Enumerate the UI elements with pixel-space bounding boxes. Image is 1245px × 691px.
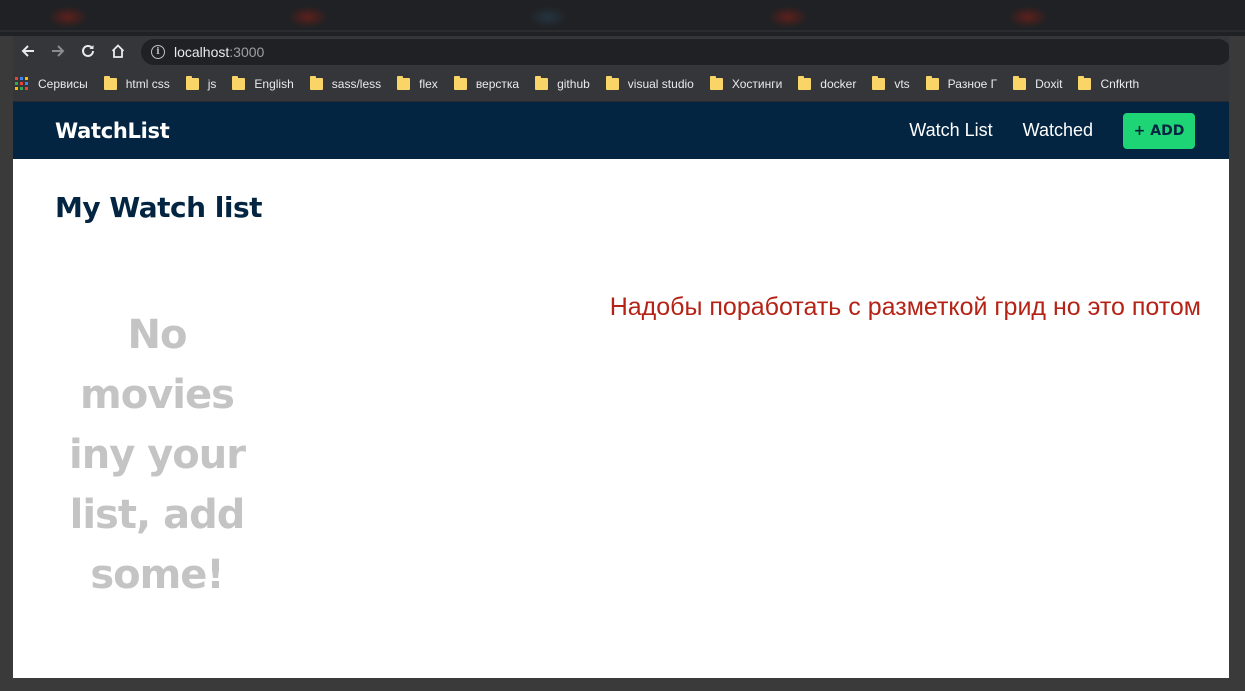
bookmark-folder[interactable]: flex	[397, 75, 438, 91]
bookmark-folder[interactable]: верстка	[453, 75, 520, 91]
folder-icon	[925, 75, 939, 90]
bookmark-label: html css	[125, 76, 170, 91]
nav-link-watched[interactable]: Watched	[1023, 120, 1093, 141]
page-title: My Watch list	[55, 191, 263, 224]
back-button[interactable]	[13, 36, 43, 66]
bookmark-label: sass/less	[331, 76, 382, 91]
folder-icon	[397, 75, 411, 90]
bookmark-label: js	[207, 76, 217, 91]
tab-glow	[288, 6, 328, 28]
bookmark-folder[interactable]: visual studio	[605, 75, 694, 91]
folder-icon	[605, 75, 619, 90]
browser-tab-strip	[0, 0, 1245, 36]
brand-logo[interactable]: WatchList	[55, 119, 170, 143]
bookmark-label: flex	[419, 76, 438, 91]
bookmark-folder[interactable]: js	[185, 75, 217, 91]
folder-icon	[872, 75, 886, 90]
bookmark-label: Сервисы	[38, 76, 88, 91]
bookmark-folder[interactable]: English	[232, 75, 294, 91]
folder-icon	[309, 75, 323, 90]
reload-icon	[82, 44, 94, 57]
browser-toolbar: i localhost:3000	[13, 36, 1229, 66]
bookmark-label: Хостинги	[731, 76, 783, 91]
note-text: Надобы поработать с разметкой грид но эт…	[609, 293, 1201, 321]
tab-glow	[48, 6, 88, 28]
folder-icon	[103, 75, 117, 90]
nav-link-watch-list[interactable]: Watch List	[909, 120, 992, 141]
bookmark-label: docker	[820, 76, 857, 91]
folder-icon	[535, 75, 549, 90]
bookmark-folder[interactable]: Cnfkrth	[1078, 75, 1140, 91]
bookmark-apps[interactable]: Сервисы	[15, 77, 88, 91]
bookmark-label: верстка	[475, 76, 520, 91]
site-nav: Watch List Watched + ADD	[909, 112, 1195, 149]
bookmark-label: English	[254, 76, 294, 91]
home-icon	[111, 44, 125, 58]
bookmark-folder[interactable]: Разное Г	[925, 75, 998, 91]
forward-button[interactable]	[43, 36, 73, 66]
reload-button[interactable]	[73, 36, 103, 66]
folder-icon	[453, 75, 467, 90]
bookmark-folder[interactable]: sass/less	[309, 75, 382, 91]
browser-window: i localhost:3000 Сервисы html css js Eng…	[13, 36, 1229, 678]
bookmark-folder[interactable]: Doxit	[1013, 75, 1063, 91]
tab-glow	[1008, 6, 1048, 28]
arrow-left-icon	[21, 45, 34, 57]
arrow-right-icon	[52, 45, 65, 57]
address-bar[interactable]: i localhost:3000	[141, 39, 1229, 65]
bookmark-label: Cnfkrth	[1100, 76, 1140, 91]
apps-grid-icon	[15, 77, 28, 90]
folder-icon	[185, 75, 199, 90]
bookmark-label: Разное Г	[947, 76, 998, 91]
bookmark-folder[interactable]: vts	[872, 75, 910, 91]
folder-icon	[798, 75, 812, 90]
bookmark-label: github	[557, 76, 590, 91]
bookmarks-bar: Сервисы html css js English sass/less fl…	[13, 66, 1229, 102]
folder-icon	[1013, 75, 1027, 90]
bookmark-label: visual studio	[627, 76, 694, 91]
info-icon[interactable]: i	[151, 45, 165, 59]
home-button[interactable]	[103, 36, 133, 66]
url-host: localhost	[174, 44, 230, 60]
bookmark-folder[interactable]: github	[535, 75, 590, 91]
site-header: WatchList Watch List Watched + ADD	[13, 102, 1229, 159]
folder-icon	[232, 75, 246, 90]
add-button[interactable]: + ADD	[1123, 112, 1195, 149]
tab-strip-divider	[0, 30, 1245, 32]
folder-icon	[1078, 75, 1092, 90]
bookmark-label: Doxit	[1035, 76, 1063, 91]
bookmark-folder[interactable]: Хостинги	[709, 75, 783, 91]
bookmark-folder[interactable]: docker	[798, 75, 857, 91]
main-content: My Watch list No movies iny your list, a…	[13, 159, 1229, 677]
empty-state-message: No movies iny your list, add some!	[69, 312, 246, 598]
tab-glow	[528, 6, 568, 28]
tab-glow	[768, 6, 808, 28]
url-text: localhost:3000	[174, 44, 264, 60]
folder-icon	[709, 75, 723, 90]
url-port: :3000	[229, 44, 265, 60]
bookmark-label: vts	[894, 76, 910, 91]
bookmark-folder[interactable]: html css	[103, 75, 170, 91]
